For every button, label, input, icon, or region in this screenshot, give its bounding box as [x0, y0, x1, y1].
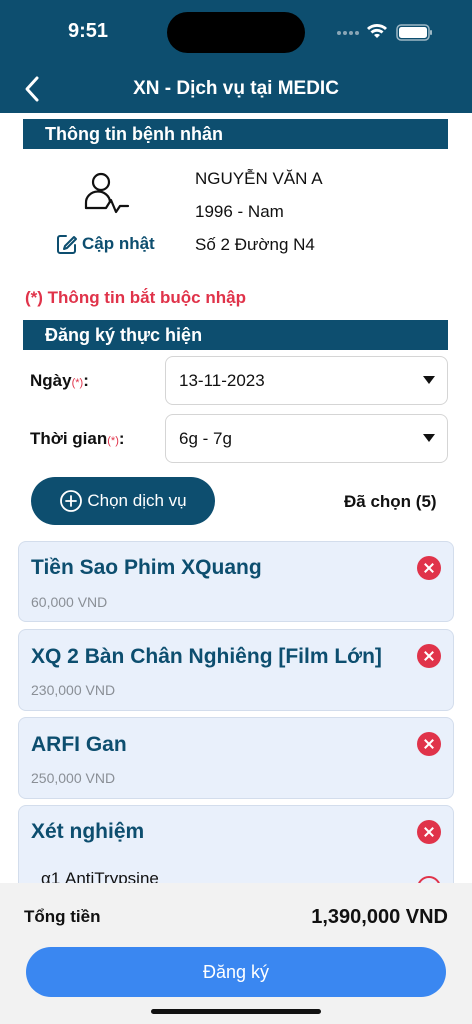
date-value: 13-11-2023 — [179, 370, 265, 390]
service-name: ARFI Gan — [31, 733, 127, 756]
choose-service-label: Chọn dịch vụ — [87, 491, 187, 510]
service-card: Tiền Sao Phim XQuang 60,000 VND — [18, 541, 454, 622]
update-label: Cập nhật — [82, 234, 155, 253]
date-select[interactable]: 13-11-2023 — [165, 356, 448, 405]
home-indicator — [151, 1009, 321, 1014]
patient-avatar-icon — [84, 171, 130, 215]
service-group-name: Xét nghiệm — [31, 820, 145, 843]
register-section-heading: Đăng ký thực hiện — [23, 320, 448, 350]
remove-service-button[interactable] — [417, 820, 441, 844]
status-time: 9:51 — [68, 20, 109, 42]
required-note: (*) Thông tin bắt buộc nhập — [25, 288, 246, 307]
page-title: XN - Dịch vụ tại MEDIC — [133, 78, 339, 99]
time-value: 6g - 7g — [179, 428, 232, 448]
update-patient-button[interactable]: Cập nhật — [56, 233, 155, 255]
battery-icon — [396, 24, 432, 41]
patient-address: Số 2 Đường N4 — [195, 235, 315, 254]
remove-service-button[interactable] — [417, 644, 441, 668]
total-label: Tổng tiền — [24, 907, 101, 926]
service-card: XQ 2 Bàn Chân Nghiêng [Film Lớn] 230,000… — [18, 629, 454, 711]
dynamic-island — [167, 12, 305, 53]
remove-service-button[interactable] — [417, 556, 441, 580]
dropdown-caret-icon — [423, 434, 435, 442]
patient-birth-gender: 1996 - Nam — [195, 202, 284, 221]
total-value: 1,390,000 VND — [311, 906, 448, 928]
remove-service-button[interactable] — [417, 732, 441, 756]
dropdown-caret-icon — [423, 376, 435, 384]
status-icons — [334, 22, 434, 42]
service-price: 60,000 VND — [31, 594, 108, 610]
patient-name: NGUYỄN VĂN A — [195, 169, 323, 188]
choose-service-button[interactable]: Chọn dịch vụ — [31, 477, 215, 525]
service-name: Tiền Sao Phim XQuang — [31, 556, 262, 579]
time-select[interactable]: 6g - 7g — [165, 414, 448, 463]
edit-icon — [57, 235, 77, 254]
app-header: 9:51 XN - Dịch vụ tại MEDIC — [0, 0, 472, 113]
wifi-icon — [367, 24, 387, 38]
patient-section-heading: Thông tin bệnh nhân — [23, 119, 448, 149]
signal-icon — [337, 31, 359, 35]
time-label: Thời gian(*): — [30, 429, 125, 448]
selected-count: Đã chọn (5) — [344, 492, 437, 511]
register-button[interactable]: Đăng ký — [26, 947, 446, 997]
service-card: ARFI Gan 250,000 VND — [18, 717, 454, 799]
service-price: 230,000 VND — [31, 682, 116, 698]
service-name: XQ 2 Bàn Chân Nghiêng [Film Lớn] — [31, 645, 382, 668]
add-circle-icon — [60, 490, 83, 512]
date-label: Ngày(*): — [30, 371, 89, 390]
service-price: 250,000 VND — [31, 770, 116, 786]
